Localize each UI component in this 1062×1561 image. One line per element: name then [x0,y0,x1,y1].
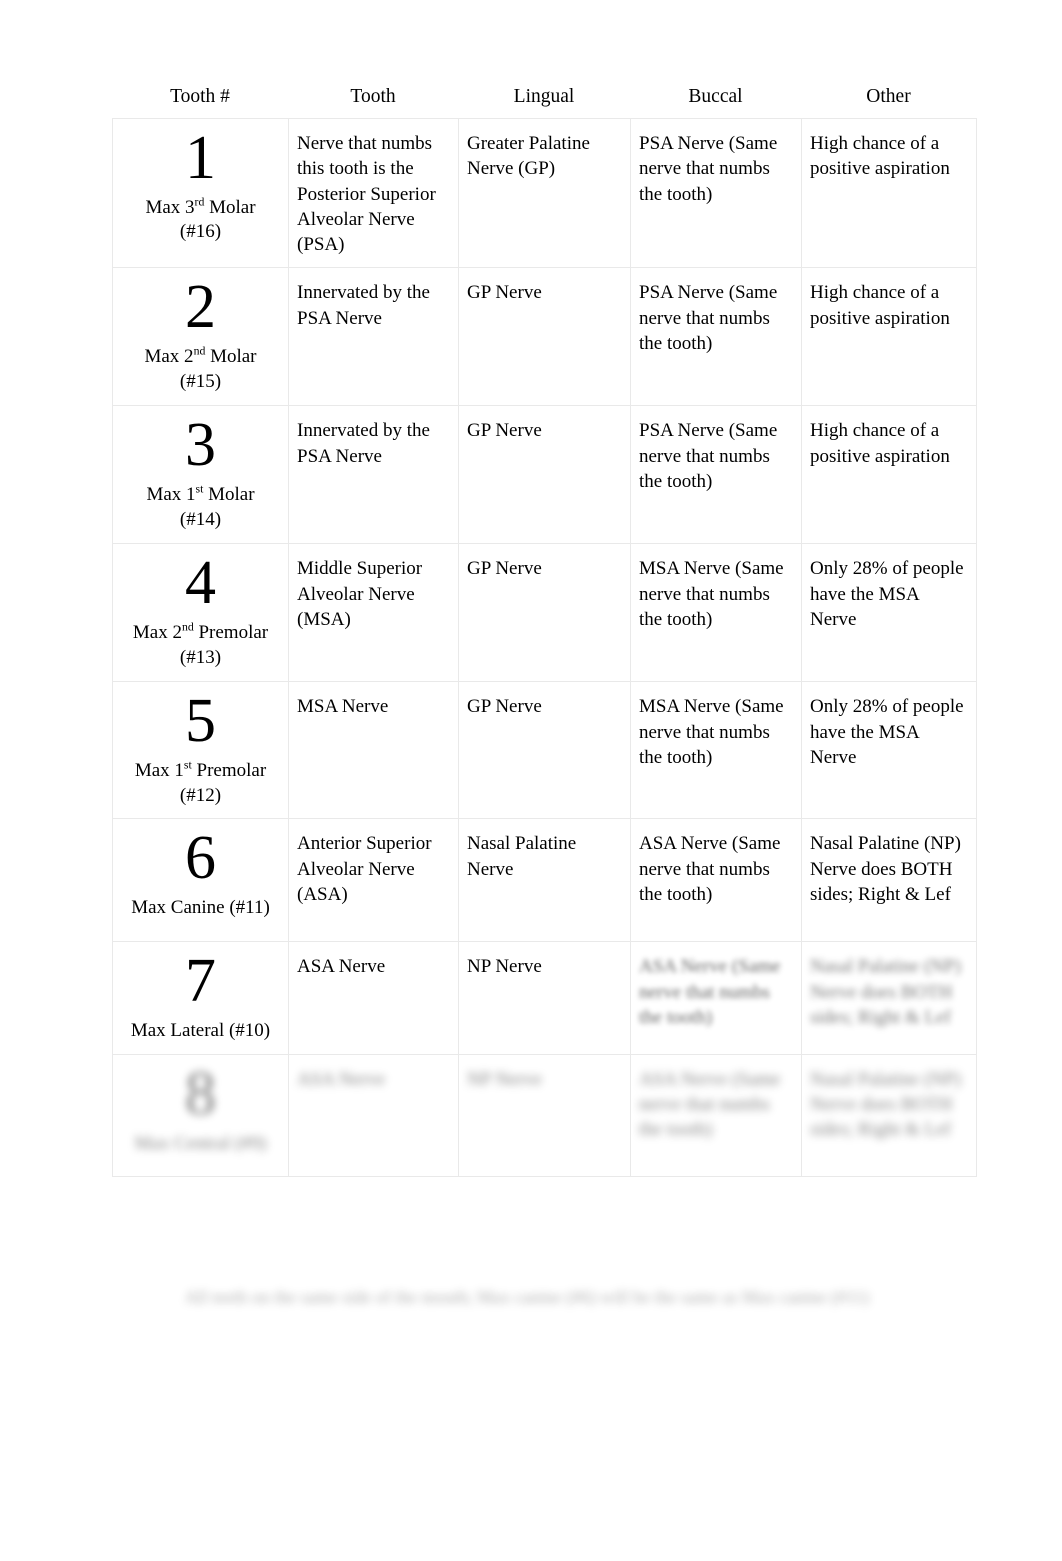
cell-tooth: Nerve that numbs this tooth is the Poste… [288,117,459,269]
cell-tooth-number: 2 Max 2nd Molar (#15) [112,267,289,407]
cell-tooth: Innervated by the PSA Nerve [288,405,459,545]
cell-lingual: NP Nerve [458,1053,631,1177]
tooth-number: 3 [185,411,216,480]
cell-tooth: MSA Nerve [288,681,459,820]
cell-other: Nasal Palatine (NP) Nerve does BOTH side… [801,1053,977,1177]
tooth-name-label: Max 2nd Molar (#15) [144,344,257,392]
cell-buccal: PSA Nerve (Same nerve that numbs the too… [630,117,802,269]
cell-other: High chance of a positive aspiration [801,405,977,545]
cell-tooth: ASA Nerve [288,941,459,1055]
cell-tooth: Innervated by the PSA Nerve [288,267,459,407]
cell-lingual: NP Nerve [458,941,631,1055]
cell-tooth-number: 3 Max 1st Molar (#14) [112,405,289,545]
cell-lingual: GP Nerve [458,405,631,545]
nerve-reference-table: 1 Max 3rd Molar (#16) Nerve that numbs th… [112,117,977,1177]
cell-other: Only 28% of people have the MSA Nerve [801,681,977,820]
tooth-name-label: Max Canine (#11) [131,897,270,919]
cell-lingual: GP Nerve [458,543,631,683]
cell-tooth-number: 4 Max 2nd Premolar (#13) [112,543,289,683]
cell-buccal: PSA Nerve (Same nerve that numbs the too… [630,267,802,407]
cell-buccal: ASA Nerve (Same nerve that numbs the too… [630,1053,802,1177]
cell-buccal: MSA Nerve (Same nerve that numbs the too… [630,543,802,683]
cell-other: Nasal Palatine (NP) Nerve does BOTH side… [801,941,977,1055]
cell-tooth-number: 8 Max Central (#9) [112,1053,289,1177]
cell-other: High chance of a positive aspiration [801,267,977,407]
document-page: Tooth # Tooth Lingual Buccal Other 1 Max… [0,0,1062,1561]
tooth-name-label: Max Lateral (#10) [130,1020,271,1042]
tooth-number: 1 [185,124,216,192]
table-row: 1 Max 3rd Molar (#16) Nerve that numbs th… [112,117,977,269]
footer-note: All teeth on the same side of the mouth;… [184,1287,870,1307]
table-row: 2 Max 2nd Molar (#15) Innervated by the P… [112,267,977,407]
tooth-number: 2 [185,273,216,342]
column-header-tooth: Tooth [350,86,396,107]
cell-other: Nasal Palatine (NP) Nerve does BOTH side… [801,818,977,943]
cell-lingual: GP Nerve [458,267,631,407]
column-header-other: Other [866,86,911,107]
tooth-number: 8 [185,1059,216,1128]
tooth-number: 6 [185,824,216,893]
tooth-name-label: Max 2nd Premolar (#13) [132,620,269,668]
cell-tooth-number: 6 Max Canine (#11) [112,818,289,943]
table-row: 8 Max Central (#9) ASA Nerve NP Nerve AS… [112,1053,977,1177]
tooth-name-label: Max Central (#9) [134,1132,267,1154]
table-row: 7 Max Lateral (#10) ASA Nerve NP Nerve A… [112,941,977,1055]
cell-other: High chance of a positive aspiration [801,117,977,269]
cell-lingual: Greater Palatine Nerve (GP) [458,117,631,269]
tooth-name-label: Max 1st Premolar (#12) [134,758,267,806]
cell-tooth-number: 1 Max 3rd Molar (#16) [112,117,289,269]
cell-buccal: ASA Nerve (Same nerve that numbs the too… [630,941,802,1055]
tooth-name-label: Max 3rd Molar (#16) [145,195,256,243]
tooth-number: 7 [185,947,216,1016]
table-row: 3 Max 1st Molar (#14) Innervated by the P… [112,405,977,545]
tooth-number: 5 [185,687,216,756]
table-column-headers: Tooth # Tooth Lingual Buccal Other [112,86,976,108]
table-row: 5 Max 1st Premolar (#12) MSA Nerve GP Ner… [112,681,977,820]
cell-tooth-number: 5 Max 1st Premolar (#12) [112,681,289,820]
cell-tooth: ASA Nerve [288,1053,459,1177]
cell-buccal: MSA Nerve (Same nerve that numbs the too… [630,681,802,820]
cell-tooth: Middle Superior Alveolar Nerve (MSA) [288,543,459,683]
cell-tooth-number: 7 Max Lateral (#10) [112,941,289,1055]
table-row: 6 Max Canine (#11) Anterior Superior Alv… [112,818,977,943]
column-header-buccal: Buccal [688,86,743,107]
tooth-name-label: Max 1st Molar (#14) [146,482,255,530]
cell-tooth: Anterior Superior Alveolar Nerve (ASA) [288,818,459,943]
cell-lingual: Nasal Palatine Nerve [458,818,631,943]
cell-other: Only 28% of people have the MSA Nerve [801,543,977,683]
tooth-number: 4 [185,549,216,618]
nerve-reference-table-wrapper: 1 Max 3rd Molar (#16) Nerve that numbs th… [112,117,977,1177]
cell-lingual: GP Nerve [458,681,631,820]
cell-buccal: ASA Nerve (Same nerve that numbs the too… [630,818,802,943]
cell-buccal: PSA Nerve (Same nerve that numbs the too… [630,405,802,545]
column-header-lingual: Lingual [513,86,575,107]
table-row: 4 Max 2nd Premolar (#13) Middle Superior … [112,543,977,683]
column-header-tooth-number: Tooth # [170,86,230,107]
